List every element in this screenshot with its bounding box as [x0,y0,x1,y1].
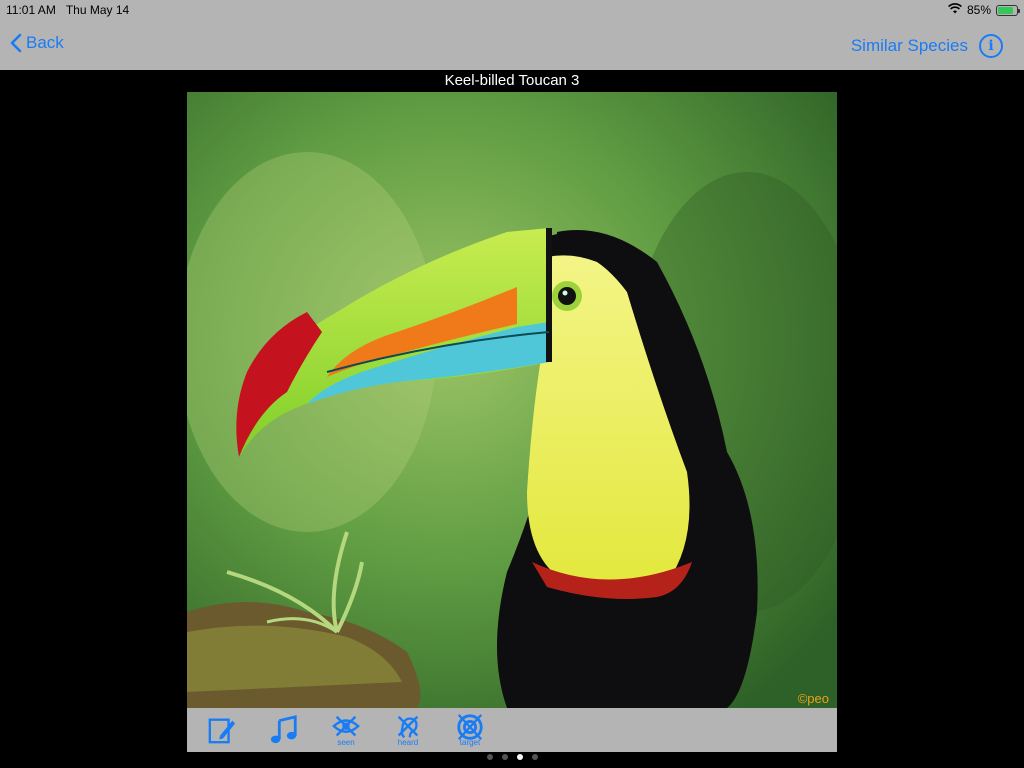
notes-edit-button[interactable] [205,710,239,750]
target-caption: target [459,738,481,747]
heard-caption: heard [397,738,419,747]
song-button[interactable] [267,710,301,750]
page-dot[interactable] [516,754,523,760]
chevron-left-icon [10,33,22,53]
page-dot[interactable] [531,754,538,760]
page-indicator[interactable] [0,754,1024,760]
bird-photo[interactable]: ©peo [187,92,837,708]
target-button[interactable]: target [453,710,487,750]
music-note-icon [270,715,297,744]
notes-edit-icon [208,718,236,744]
status-bar: 11:01 AM Thu May 14 85% [0,0,1024,22]
photo-title: Keel-billed Toucan 3 [444,72,580,89]
seen-button[interactable]: seen [329,710,363,750]
status-date: Thu May 14 [65,3,130,17]
toucan-illustration [187,92,837,708]
similar-species-button[interactable]: Similar Species [851,36,968,56]
seen-caption: seen [337,738,355,747]
page-dot[interactable] [486,754,493,760]
copyright-label: ©peo [797,691,829,706]
back-label: Back [26,33,64,52]
heard-button[interactable]: heard [391,710,425,750]
page-dot[interactable] [501,754,508,760]
navigation-bar: Back Similar Species i [0,22,1024,70]
battery-percent: 85% [966,3,991,17]
wifi-icon [948,3,962,17]
back-button[interactable]: Back [10,33,64,53]
battery-charging-icon [996,4,1020,16]
photo-viewer: Keel-billed Toucan 3 ©peo seen heard tar… [0,70,1024,768]
status-time: 11:01 AM [6,3,56,17]
photo-toolbar: seen heard target [187,708,837,752]
info-icon[interactable]: i [979,34,1003,58]
